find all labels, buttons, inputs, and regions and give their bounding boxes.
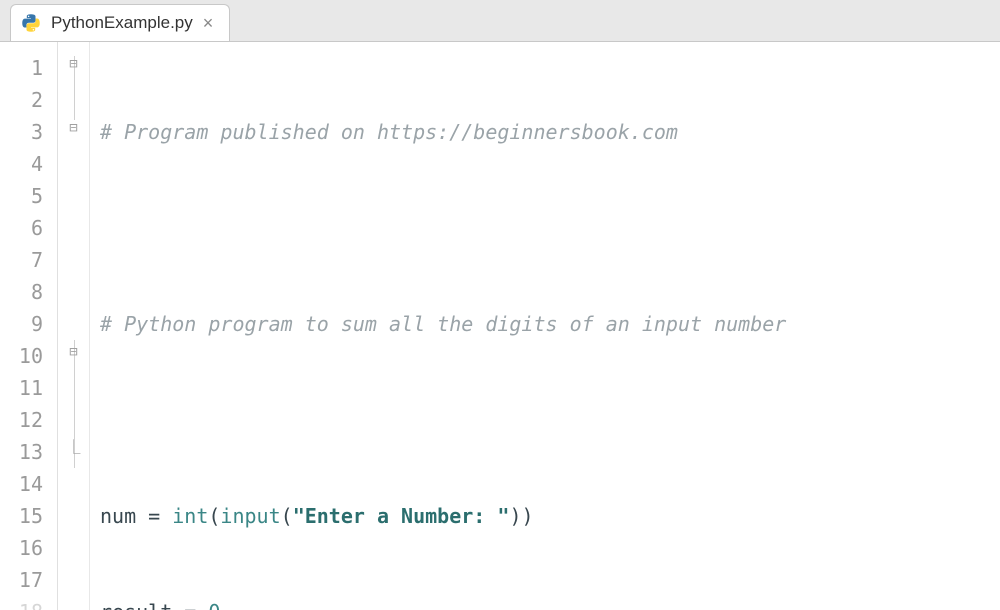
line-number: 9 bbox=[0, 308, 57, 340]
line-number: 12 bbox=[0, 404, 57, 436]
fold-gutter: ⊟ ⊟ ⊟ ⎿ bbox=[58, 42, 90, 610]
line-number-gutter: 1 2 3 4 5 6 7 8 9 10 11 12 13 14 15 16 1… bbox=[0, 42, 58, 610]
line-number: 7 bbox=[0, 244, 57, 276]
line-number: 3 bbox=[0, 116, 57, 148]
line-number: 8 bbox=[0, 276, 57, 308]
file-tab[interactable]: PythonExample.py × bbox=[10, 4, 230, 41]
code-line: # Python program to sum all the digits o… bbox=[100, 308, 1000, 340]
tab-bar: PythonExample.py × bbox=[0, 0, 1000, 42]
code-line: # Program published on https://beginners… bbox=[100, 116, 1000, 148]
code-line: num = int(input("Enter a Number: ")) bbox=[100, 500, 1000, 532]
line-number: 13 bbox=[0, 436, 57, 468]
close-icon[interactable]: × bbox=[203, 14, 214, 32]
line-number: 5 bbox=[0, 180, 57, 212]
line-number: 18 bbox=[0, 596, 57, 610]
line-number: 1 bbox=[0, 52, 57, 84]
python-file-icon bbox=[21, 13, 41, 33]
editor: 1 2 3 4 5 6 7 8 9 10 11 12 13 14 15 16 1… bbox=[0, 42, 1000, 610]
line-number: 2 bbox=[0, 84, 57, 116]
fold-collapse-icon[interactable]: ⊟ bbox=[58, 48, 89, 80]
line-number: 14 bbox=[0, 468, 57, 500]
line-number: 4 bbox=[0, 148, 57, 180]
line-number: 15 bbox=[0, 500, 57, 532]
fold-end-icon: ⎿ bbox=[58, 432, 89, 464]
fold-collapse-icon[interactable]: ⊟ bbox=[58, 336, 89, 368]
tab-filename: PythonExample.py bbox=[51, 13, 193, 33]
code-line bbox=[100, 212, 1000, 244]
code-line: result = 0 bbox=[100, 596, 1000, 610]
line-number: 16 bbox=[0, 532, 57, 564]
fold-collapse-icon[interactable]: ⊟ bbox=[58, 112, 89, 144]
code-area[interactable]: # Program published on https://beginners… bbox=[90, 42, 1000, 610]
line-number: 17 bbox=[0, 564, 57, 596]
code-line bbox=[100, 404, 1000, 436]
line-number: 10 bbox=[0, 340, 57, 372]
line-number: 6 bbox=[0, 212, 57, 244]
line-number: 11 bbox=[0, 372, 57, 404]
